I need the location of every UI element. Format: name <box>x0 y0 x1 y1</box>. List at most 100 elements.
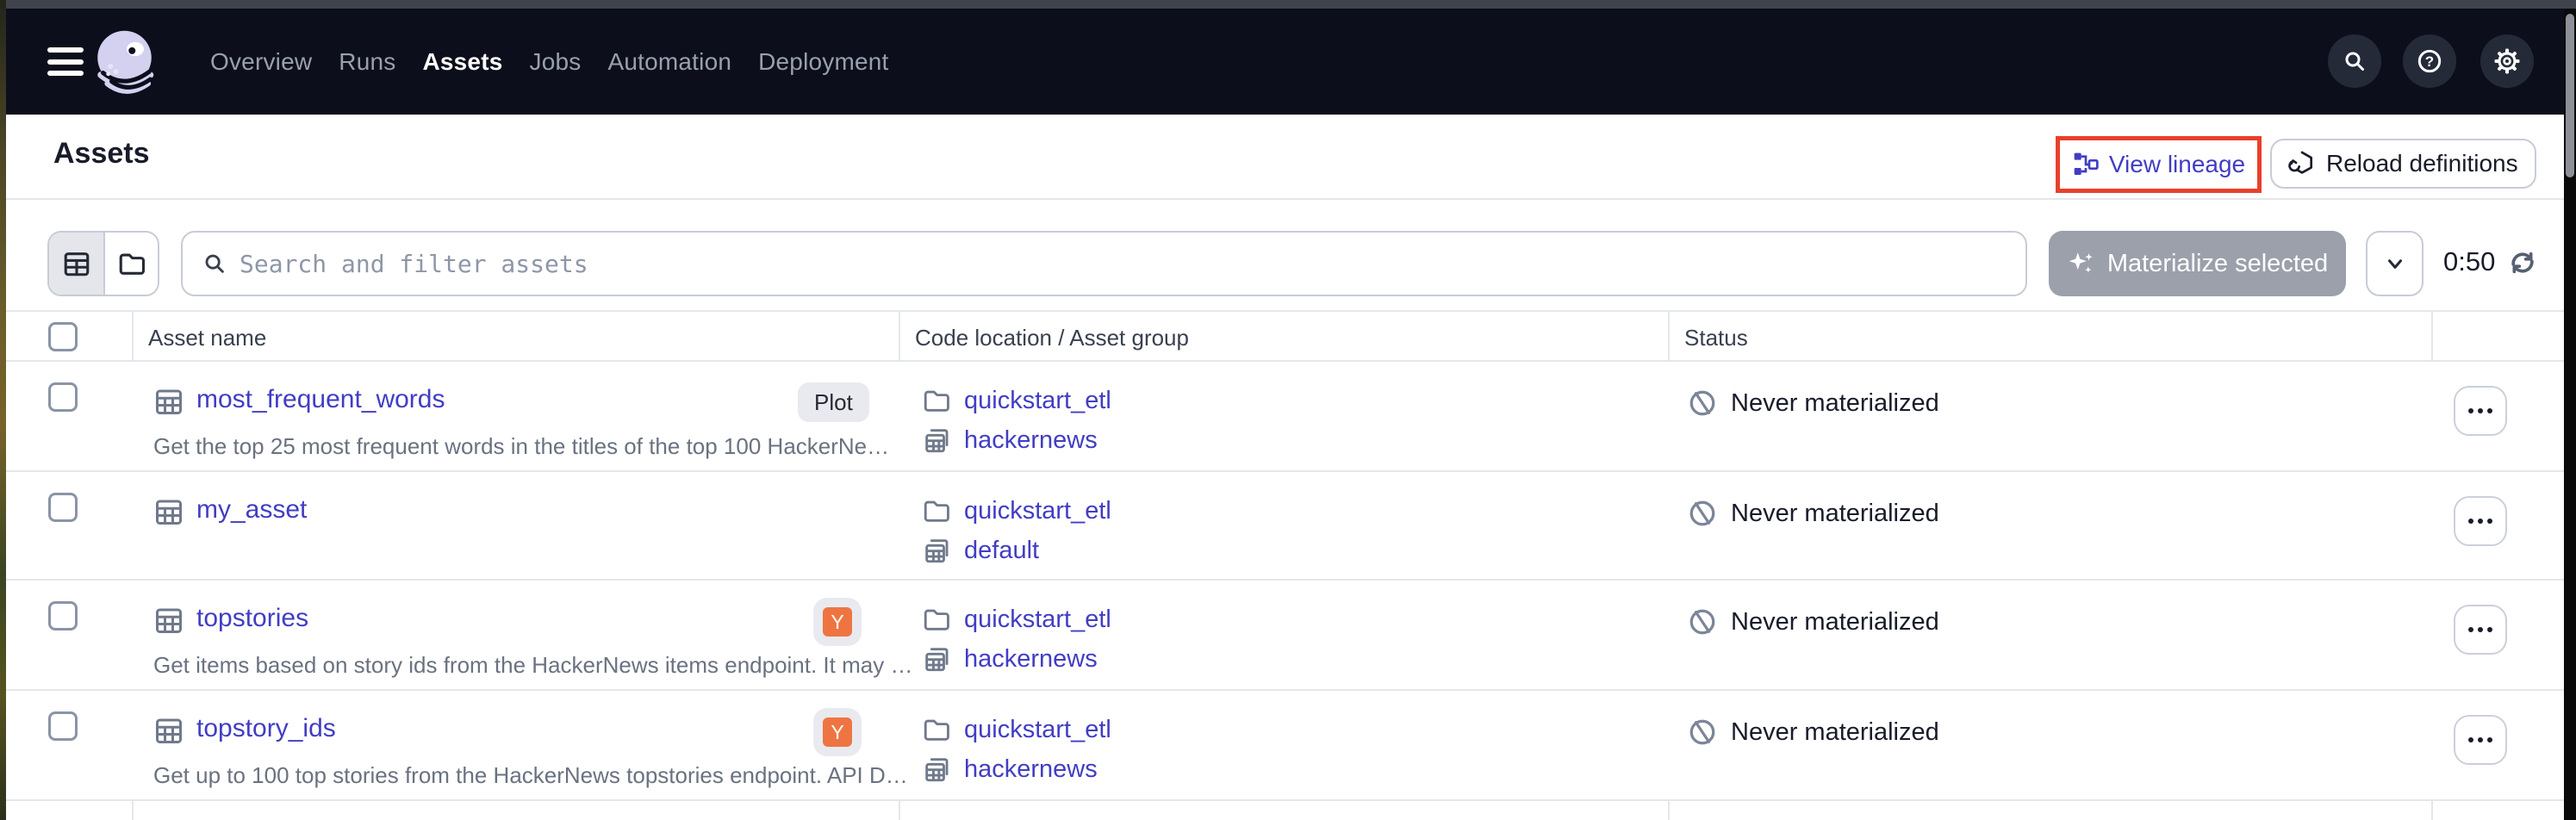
asset-table-icon <box>153 605 184 636</box>
asset-table-icon <box>153 386 184 417</box>
materialize-options-button[interactable] <box>2366 231 2424 296</box>
view-lineage-label: View lineage <box>2109 151 2245 178</box>
table-row: topstories Y Get items based on story id… <box>6 581 2564 691</box>
table-row: most_frequent_words Plot Get the top 25 … <box>6 362 2564 472</box>
folder-view-icon <box>117 249 146 278</box>
never-materialized-icon <box>1687 606 1718 637</box>
code-location-link[interactable]: quickstart_etl <box>964 387 1111 415</box>
reload-definitions-label: Reload definitions <box>2326 150 2518 177</box>
hackernews-y-icon: Y <box>823 607 852 637</box>
hackernews-y-icon: Y <box>823 718 852 747</box>
materialize-selected-label: Materialize selected <box>2107 250 2328 278</box>
search-icon <box>2341 47 2368 75</box>
view-lineage-button[interactable]: View lineage <box>2072 151 2245 178</box>
never-materialized-icon <box>1687 498 1718 529</box>
asset-name-link[interactable]: topstories <box>196 604 308 633</box>
row-checkbox[interactable] <box>48 382 78 412</box>
row-checkbox[interactable] <box>48 493 78 522</box>
asset-group-link[interactable]: hackernews <box>964 755 1098 784</box>
column-header-status: Status <box>1684 325 1748 351</box>
nav-item-deployment[interactable]: Deployment <box>758 48 888 76</box>
row-actions-button[interactable] <box>2454 496 2507 546</box>
status-text: Never materialized <box>1731 389 1939 418</box>
code-location-link[interactable]: quickstart_etl <box>964 497 1111 525</box>
main-navigation: Overview Runs Assets Jobs Automation Dep… <box>210 9 889 115</box>
asset-name-link[interactable]: topstory_ids <box>196 714 336 743</box>
reload-definitions-button[interactable]: Reload definitions <box>2270 139 2536 189</box>
folder-icon <box>922 605 951 634</box>
asset-search-field <box>181 231 2027 296</box>
row-checkbox[interactable] <box>48 601 78 631</box>
row-actions-button[interactable] <box>2454 605 2507 655</box>
page-header: Assets View lineage Reload definitions <box>6 115 2564 200</box>
nav-item-jobs[interactable]: Jobs <box>530 48 582 76</box>
never-materialized-icon <box>1687 717 1718 748</box>
nav-item-runs[interactable]: Runs <box>339 48 395 76</box>
help-button[interactable]: ? <box>2403 34 2456 88</box>
status-text: Never materialized <box>1731 718 1939 747</box>
nav-item-automation[interactable]: Automation <box>607 48 731 76</box>
asset-group-link[interactable]: hackernews <box>964 426 1098 455</box>
asset-table-icon <box>153 496 184 527</box>
gear-icon <box>2493 47 2521 75</box>
sparkles-icon <box>2067 249 2096 278</box>
nav-item-overview[interactable]: Overview <box>210 48 312 76</box>
select-all-checkbox[interactable] <box>48 322 78 351</box>
window-left-edge <box>0 0 6 820</box>
top-navbar: Overview Runs Assets Jobs Automation Dep… <box>6 9 2564 115</box>
search-input[interactable] <box>240 250 2007 278</box>
svg-text:?: ? <box>2425 53 2434 70</box>
row-actions-button[interactable] <box>2454 715 2507 765</box>
help-icon: ? <box>2415 47 2444 76</box>
assets-page: Overview Runs Assets Jobs Automation Dep… <box>0 0 2576 820</box>
never-materialized-icon <box>1687 388 1718 419</box>
dagster-logo-icon[interactable] <box>92 28 161 96</box>
status-text: Never materialized <box>1731 500 1939 528</box>
folder-icon <box>922 715 951 744</box>
assets-table: Asset name Code location / Asset group S… <box>6 310 2564 820</box>
nav-item-assets[interactable]: Assets <box>422 48 502 76</box>
folder-icon <box>922 496 951 525</box>
asset-group-link[interactable]: default <box>964 537 1039 565</box>
refresh-button[interactable] <box>2505 245 2542 281</box>
table-row: topstory_ids Y Get up to 100 top stories… <box>6 691 2564 801</box>
asset-table-icon <box>153 715 184 746</box>
table-view-icon <box>62 249 91 278</box>
view-mode-toggle <box>47 231 159 296</box>
refresh-cycle-icon <box>2505 245 2540 280</box>
folder-view-button[interactable] <box>103 233 158 295</box>
asset-group-icon <box>922 536 951 565</box>
table-row: my_asset quickstart_etl default Never ma… <box>6 472 2564 581</box>
asset-name-link[interactable]: most_frequent_words <box>196 385 445 414</box>
assets-toolbar: Materialize selected 0:50 <box>6 200 2564 310</box>
folder-icon <box>922 386 951 415</box>
scrollbar-thumb[interactable] <box>2566 14 2574 177</box>
asset-description: Get items based on story ids from the Ha… <box>153 652 912 679</box>
row-actions-button[interactable] <box>2454 386 2507 436</box>
chevron-down-icon <box>2384 252 2406 275</box>
materialize-selected-button[interactable]: Materialize selected <box>2049 231 2346 296</box>
settings-button[interactable] <box>2480 34 2534 88</box>
hackernews-badge: Y <box>813 598 862 646</box>
list-view-button[interactable] <box>49 233 103 295</box>
compute-kind-badge: Plot <box>798 382 869 422</box>
window-top-strip <box>6 0 2576 9</box>
column-header-asset-name: Asset name <box>148 325 266 351</box>
asset-group-icon <box>922 426 951 455</box>
page-title: Assets <box>53 137 150 171</box>
asset-group-link[interactable]: hackernews <box>964 645 1098 674</box>
row-checkbox[interactable] <box>48 711 78 741</box>
refresh-countdown: 0:50 <box>2443 246 2495 277</box>
code-location-link[interactable]: quickstart_etl <box>964 716 1111 744</box>
status-text: Never materialized <box>1731 608 1939 637</box>
table-header-row: Asset name Code location / Asset group S… <box>6 312 2564 362</box>
hamburger-menu-icon[interactable] <box>47 47 85 76</box>
lineage-graph-icon <box>2072 151 2100 178</box>
hackernews-badge: Y <box>813 708 862 756</box>
global-search-button[interactable] <box>2328 34 2381 88</box>
code-location-link[interactable]: quickstart_etl <box>964 606 1111 634</box>
asset-group-icon <box>922 644 951 674</box>
asset-name-link[interactable]: my_asset <box>196 495 307 525</box>
column-header-code-location: Code location / Asset group <box>915 325 1189 351</box>
search-icon <box>202 251 227 276</box>
